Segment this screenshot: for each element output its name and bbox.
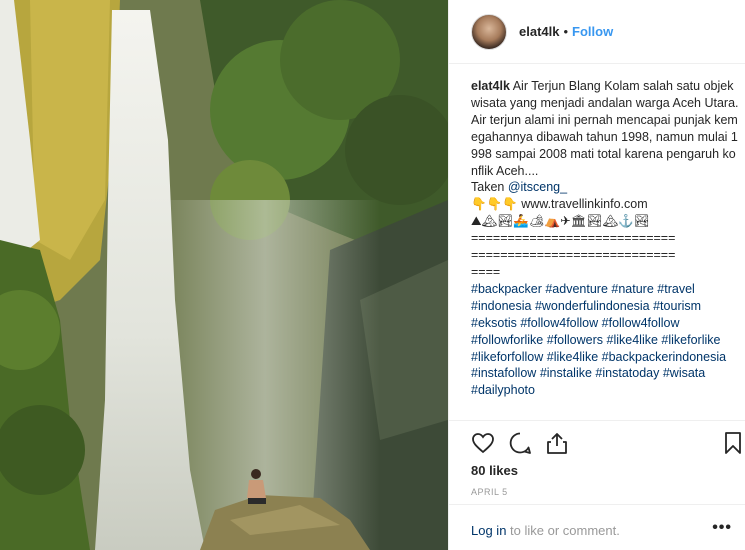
login-prompt: Log in to like or comment. — [471, 523, 620, 538]
separator-dot: • — [563, 24, 569, 39]
hashtag-link[interactable]: #adventure — [545, 282, 608, 296]
hashtag-link[interactable]: #followers — [547, 333, 603, 347]
hashtag-link[interactable]: #follow4follow — [520, 316, 598, 330]
heart-icon[interactable] — [471, 431, 495, 455]
separator-line: ============================ — [471, 248, 676, 263]
login-text: to like or comment. — [506, 523, 620, 538]
action-icons — [471, 431, 741, 457]
post-date: APRIL 5 — [471, 487, 508, 497]
more-options-icon[interactable]: ••• — [712, 519, 732, 537]
website-line: 👇👇👇 www.travellinkinfo.com — [471, 196, 741, 213]
hashtag-link[interactable]: #like4like — [547, 350, 598, 364]
post-header: elat4lk • Follow — [449, 0, 745, 64]
hashtag-link[interactable]: #nature — [611, 282, 653, 296]
hashtag-link[interactable]: #tourism — [653, 299, 701, 313]
hashtag-link[interactable]: #likeforfollow — [471, 350, 543, 364]
hashtag-link[interactable]: #instalike — [540, 366, 592, 380]
taken-prefix: Taken — [471, 180, 508, 195]
comment-icon[interactable] — [508, 431, 532, 455]
hashtag-link[interactable]: #follow4follow — [602, 316, 680, 330]
likes-count[interactable]: 80 likes — [471, 463, 518, 478]
waterfall-image — [0, 0, 448, 550]
taken-line: Taken @itsceng_ — [471, 179, 741, 196]
hashtag-link[interactable]: #wisata — [663, 366, 705, 380]
hashtag-link[interactable]: #backpacker — [471, 282, 542, 296]
caption-text: Air Terjun Blang Kolam salah satu objek … — [471, 79, 739, 178]
post-photo[interactable] — [0, 0, 448, 550]
caption: elat4lk Air Terjun Blang Kolam salah sat… — [471, 78, 741, 420]
hashtag-list: #backpacker #adventure #nature #travel #… — [471, 281, 741, 399]
login-link[interactable]: Log in — [471, 523, 506, 538]
share-icon[interactable] — [545, 431, 569, 455]
caption-username[interactable]: elat4lk — [471, 79, 510, 93]
emoji-row: ⛰🏔🏞🚣🏕⛺✈🏛🏞🏔⚓🏞 — [471, 214, 650, 229]
post-username[interactable]: elat4lk — [519, 24, 559, 39]
comment-footer: Log in to like or comment. ••• — [449, 504, 745, 550]
hashtag-link[interactable]: #likeforlike — [661, 333, 720, 347]
hashtag-link[interactable]: #followforlike — [471, 333, 543, 347]
separator-line: ============================ — [471, 231, 676, 246]
bookmark-icon[interactable] — [721, 431, 745, 455]
mention-link[interactable]: @itsceng_ — [508, 180, 567, 194]
hashtag-link[interactable]: #wonderfulindonesia — [535, 299, 650, 313]
hashtag-link[interactable]: #eksotis — [471, 316, 517, 330]
separator-line: ==== — [471, 264, 501, 279]
post-side-panel: elat4lk • Follow elat4lk Air Terjun Blan… — [448, 0, 745, 550]
hashtag-link[interactable]: #dailyphoto — [471, 383, 535, 397]
website-text: www.travellinkinfo.com — [521, 197, 648, 212]
hashtag-link[interactable]: #instafollow — [471, 366, 536, 380]
pointing-emoji: 👇👇👇 — [471, 197, 518, 212]
follow-button[interactable]: Follow — [572, 24, 613, 39]
avatar[interactable] — [471, 13, 507, 50]
hashtag-link[interactable]: #instatoday — [595, 366, 659, 380]
caption-text-block: elat4lk Air Terjun Blang Kolam salah sat… — [471, 78, 741, 179]
hashtag-link[interactable]: #like4like — [607, 333, 658, 347]
hashtag-link[interactable]: #indonesia — [471, 299, 531, 313]
hashtag-link[interactable]: #travel — [657, 282, 695, 296]
hashtag-link[interactable]: #backpackerindonesia — [602, 350, 726, 364]
